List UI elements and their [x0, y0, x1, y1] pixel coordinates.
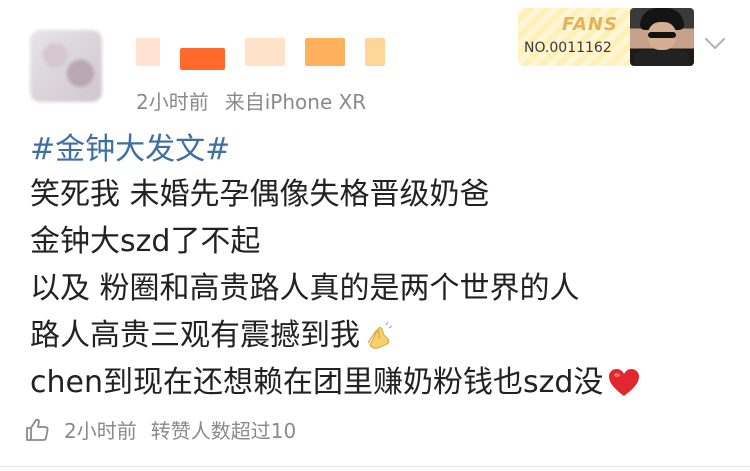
bottom-divider [0, 466, 750, 467]
fans-label: FANS [562, 14, 618, 35]
post-line-3: 以及 粉圈和高贵路人真的是两个世界的人 [30, 265, 730, 312]
folded-hands-emoji [367, 321, 393, 349]
repost-info: 转赞人数超过10 [150, 419, 297, 443]
red-heart-emoji [609, 368, 640, 396]
fans-badge[interactable]: FANS NO.0011162 [518, 8, 694, 66]
post-meta: 2小时前 来自iPhone XR [136, 86, 366, 115]
chevron-down-icon[interactable] [704, 37, 726, 51]
fans-number: NO.0011162 [524, 40, 612, 56]
post-source: 来自iPhone XR [224, 90, 367, 114]
post-line-5-text: chen到现在还想赖在团里赚奶粉钱也szd没 [30, 365, 604, 400]
post-line-2-text: 金钟大szd了不起 [30, 224, 261, 259]
post-time: 2小时前 [136, 90, 209, 114]
post-line-5: chen到现在还想赖在团里赚奶粉钱也szd没 [30, 359, 730, 406]
post-line-4-text: 路人高贵三观有震撼到我 [30, 318, 360, 353]
hashtag-link[interactable]: #金钟大发文# [30, 128, 730, 171]
post-body: #金钟大发文# 笑死我 未婚先孕偶像失格晋级奶爸 金钟大szd了不起 以及 粉圈… [30, 128, 730, 406]
post-line-1: 笑死我 未婚先孕偶像失格晋级奶爸 [30, 171, 730, 218]
post-line-4: 路人高贵三观有震撼到我 [30, 312, 730, 359]
avatar[interactable] [30, 30, 102, 102]
post-line-1-text: 笑死我 未婚先孕偶像失格晋级奶爸 [30, 177, 490, 212]
post-line-2: 金钟大szd了不起 [30, 218, 730, 265]
footer-time: 2小时前 [64, 419, 137, 443]
fans-badge-portrait [630, 8, 694, 66]
thumbs-up-icon[interactable] [24, 417, 50, 443]
post-line-3-text: 以及 粉圈和高贵路人真的是两个世界的人 [30, 271, 580, 306]
username-blurred[interactable] [136, 34, 391, 70]
post-footer: 2小时前 转赞人数超过10 [24, 415, 296, 444]
